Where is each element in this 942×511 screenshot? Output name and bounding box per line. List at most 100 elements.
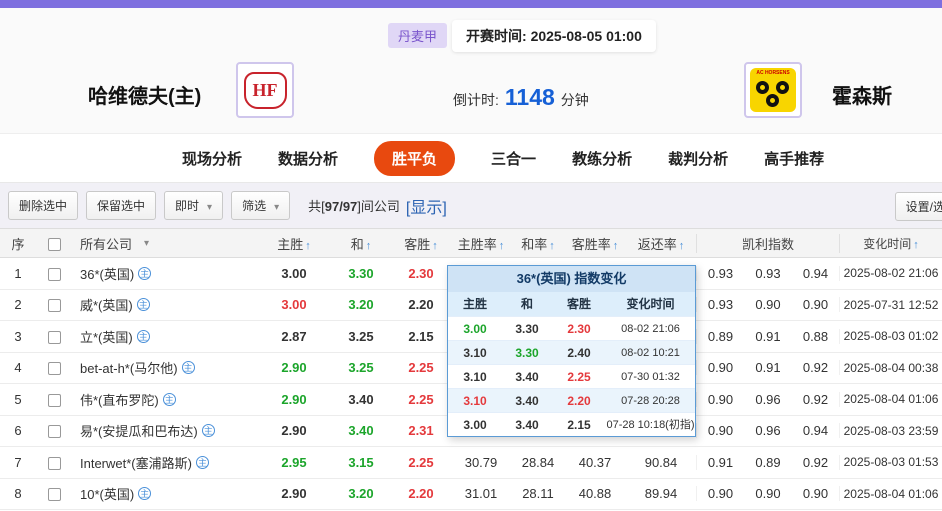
popup-header-draw: 和 [520,297,533,311]
header-away-rate-label: 客胜率 [571,236,611,252]
league-badge[interactable]: 丹麦甲 [388,23,448,48]
header-draw-rate[interactable]: 和率 ↑ [512,234,564,253]
header-change-time[interactable]: 变化时间 ↑ [840,235,942,252]
tab-coach-analysis[interactable]: 教练分析 [572,148,632,169]
kelly-home: 0.93 [696,297,744,313]
company-cell[interactable]: 易*(安提瓜和巴布达) 主 [72,421,258,440]
kelly-home: 0.93 [696,265,744,281]
table-row[interactable]: 7 Interwet*(塞浦路斯) 主 2.95 3.15 2.25 30.79 … [0,447,942,479]
popup-draw-odds: 3.30 [515,346,539,360]
away-odds: 2.25 [408,360,434,376]
row-checkbox[interactable] [47,393,61,407]
kelly-home: 0.89 [696,328,744,344]
row-index: 2 [14,297,22,313]
company-cell[interactable]: 36*(英国) 主 [72,264,258,283]
tab-live-analysis[interactable]: 现场分析 [182,148,242,169]
row-checkbox[interactable] [47,267,61,281]
popup-row: 3.00 3.30 2.30 08-02 21:06 [448,316,695,340]
header-home-rate[interactable]: 主胜率 ↑ [450,234,512,253]
ring-icon [766,94,779,107]
away-odds: 2.25 [408,454,434,470]
popup-home-odds: 3.00 [463,418,487,432]
row-checkbox[interactable] [47,299,61,313]
tab-data-analysis[interactable]: 数据分析 [278,148,338,169]
draw-odds: 3.40 [348,423,374,439]
kelly-draw: 0.93 [755,265,781,281]
header-away-rate[interactable]: 客胜率 ↑ [564,234,626,253]
kelly-away: 0.92 [792,360,840,376]
company-cell[interactable]: bet-at-h*(马尔他) 主 [72,358,258,377]
away-rate: 40.37 [578,454,612,470]
row-index: 4 [14,360,22,376]
away-odds: 2.20 [408,297,434,313]
popup-away-odds: 2.15 [567,418,591,432]
popup-away-odds: 2.20 [567,394,591,408]
home-logo-monogram: HF [243,71,287,109]
home-team-name: 哈维德夫(主) [88,86,202,108]
away-team-name: 霍森斯 [832,86,892,108]
tab-expert-picks[interactable]: 高手推荐 [764,148,824,169]
delete-selected-button[interactable]: 删除选中 [8,191,79,220]
tab-referee-analysis[interactable]: 裁判分析 [668,148,728,169]
company-name: 威*(英国) [80,298,133,314]
company-cell[interactable]: 10*(英国) 主 [72,484,258,503]
settings-button[interactable]: 设置/选 [894,192,942,221]
keep-selected-button[interactable]: 保留选中 [86,191,157,220]
kelly-away: 0.88 [792,328,840,344]
company-cell[interactable]: 伟*(直布罗陀) 主 [72,390,258,409]
company-cell[interactable]: Interwet*(塞浦路斯) 主 [72,453,258,472]
kelly-draw: 0.89 [755,454,781,470]
kelly-draw: 0.96 [755,423,781,439]
header-company[interactable]: 所有公司 ▾ [72,234,258,253]
kelly-away: 0.92 [792,454,840,470]
header-home-odds[interactable]: 主胜 ↑ [258,234,330,253]
kelly-draw: 0.90 [755,486,781,502]
row-checkbox[interactable] [47,362,61,376]
countdown-label: 倒计时: [453,92,499,108]
tab-three-in-one[interactable]: 三合一 [491,148,536,169]
row-checkbox[interactable] [47,425,61,439]
company-tag-icon: 主 [136,329,150,343]
odds-history-popup: 36*(英国) 指数变化 主胜 和 客胜 变化时间 3.00 3.30 2.30… [447,265,696,437]
row-checkbox[interactable] [47,456,61,470]
row-checkbox[interactable] [47,488,61,502]
checkbox-cell [36,329,72,344]
table-toolbar: 删除选中 保留选中 即时 ▾ 筛选 ▾ 共[97/97]间公司 [显示] 设置/选 [0,183,942,229]
header-return-rate[interactable]: 返还率 ↑ [626,234,696,253]
header-draw-odds[interactable]: 和 ↑ [330,234,392,253]
show-link[interactable]: [显示] [406,194,447,218]
popup-change-time: 08-02 10:21 [621,347,680,359]
away-odds: 2.30 [408,265,434,281]
header-draw-rate-label: 和率 [521,236,548,252]
checkbox-cell [36,360,72,376]
header-away-odds[interactable]: 客胜 ↑ [392,234,450,253]
header-away-label: 客胜 [404,236,431,252]
kelly-home: 0.90 [696,391,744,407]
header-change-time-label: 变化时间 [863,236,912,251]
row-checkbox[interactable] [47,330,61,344]
return-rate: 90.84 [644,454,678,470]
tab-win-draw-lose[interactable]: 胜平负 [374,140,456,176]
filter-dropdown[interactable]: 筛选 ▾ [231,191,291,220]
instant-dropdown[interactable]: 即时 ▾ [164,191,224,220]
header-checkbox-cell [36,235,72,251]
company-tag-icon: 主 [138,487,152,501]
popup-away-odds: 2.30 [567,322,591,336]
company-cell[interactable]: 立*(英国) 主 [72,327,258,346]
kelly-draw: 0.91 [755,360,781,376]
company-name: 易*(安提瓜和巴布达) [80,424,198,440]
company-tag-icon: 主 [181,361,195,375]
kickoff-value: 2025-08-05 01:00 [530,28,642,44]
change-time: 2025-08-04 01:06 [843,486,939,501]
home-odds: 2.90 [281,486,307,502]
header-kelly: 凯利指数 [696,233,840,253]
select-all-checkbox[interactable] [47,237,61,251]
table-header: 序 所有公司 ▾ 主胜 ↑ 和 ↑ 客胜 ↑ 主胜率 ↑ 和率 ↑ 客胜率 ↑ 返还率 ↑ 凯利… [0,229,942,258]
table-row[interactable]: 8 10*(英国) 主 2.90 3.20 2.20 31.01 28.11 40… [0,478,942,510]
return-rate: 89.94 [644,486,678,502]
count-value: 97/97 [324,199,358,214]
company-cell[interactable]: 威*(英国) 主 [72,295,258,314]
home-odds: 2.90 [281,360,307,376]
sort-asc-icon: ↑ [549,239,555,252]
popup-away-odds: 2.25 [567,370,591,384]
